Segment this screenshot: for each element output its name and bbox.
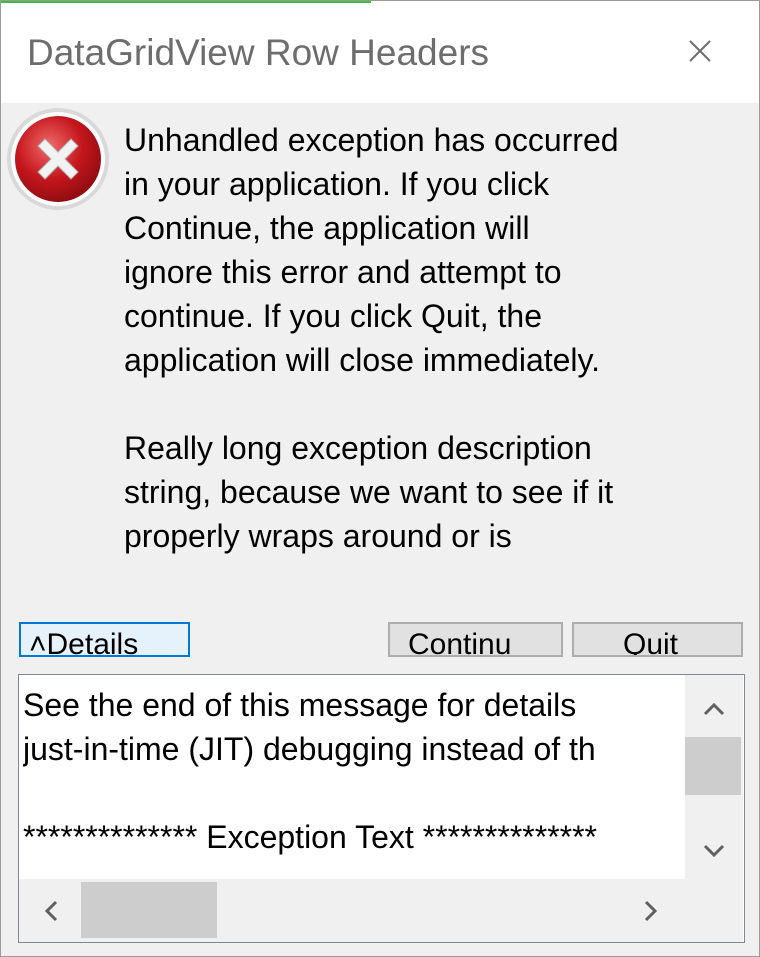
message-line: Continue, the application will — [124, 210, 530, 246]
details-line: ************** Exception Text **********… — [23, 819, 597, 855]
scroll-down-button[interactable] — [702, 839, 726, 863]
details-textbox[interactable]: See the end of this message for details … — [18, 674, 745, 943]
quit-button[interactable]: Quit — [572, 622, 743, 657]
description-line: string, because we want to see if it — [124, 474, 614, 510]
error-message: Unhandled exception has occurred in your… — [124, 118, 744, 558]
continue-button[interactable]: Continu — [388, 622, 563, 657]
details-line: See the end of this message for details — [23, 687, 577, 723]
message-line: application will close immediately. — [124, 342, 601, 378]
chevron-down-icon — [703, 844, 725, 858]
message-line: continue. If you click Quit, the — [124, 298, 542, 334]
window-title: DataGridView Row Headers — [27, 32, 490, 73]
close-button[interactable] — [669, 23, 731, 79]
horizontal-scroll-thumb[interactable] — [81, 882, 217, 938]
accent-line — [1, 1, 371, 3]
details-button-label: ˄Details — [29, 628, 139, 657]
vertical-scrollbar[interactable] — [685, 675, 743, 879]
description-line: Really long exception description — [124, 430, 592, 466]
quit-button-label: Quit — [623, 628, 679, 657]
details-line — [23, 771, 683, 815]
scroll-left-button[interactable] — [39, 899, 63, 923]
message-line: Unhandled exception has occurred — [124, 122, 619, 158]
chevron-up-icon — [703, 702, 725, 716]
details-line: just-in-time (JIT) debugging instead of … — [23, 731, 596, 767]
message-line: in your application. If you click — [124, 166, 550, 202]
message-line: ignore this error and attempt to — [124, 254, 562, 290]
chevron-left-icon — [44, 900, 58, 922]
scroll-up-button[interactable] — [702, 697, 726, 721]
continue-button-label: Continu — [408, 628, 512, 657]
close-icon — [689, 40, 711, 62]
exception-dialog: DataGridView Row Headers Unhandled excep… — [0, 0, 760, 957]
chevron-right-icon — [644, 900, 658, 922]
horizontal-scrollbar[interactable] — [19, 879, 685, 942]
details-text[interactable]: See the end of this message for details … — [23, 683, 683, 859]
title-bar[interactable]: DataGridView Row Headers — [1, 1, 759, 103]
description-line: properly wraps around or is — [124, 518, 512, 554]
scrollbar-corner — [685, 879, 743, 942]
vertical-scroll-thumb[interactable] — [685, 737, 741, 795]
scroll-right-button[interactable] — [639, 899, 663, 923]
error-icon — [7, 108, 109, 210]
details-button[interactable]: ˄Details — [19, 622, 190, 657]
